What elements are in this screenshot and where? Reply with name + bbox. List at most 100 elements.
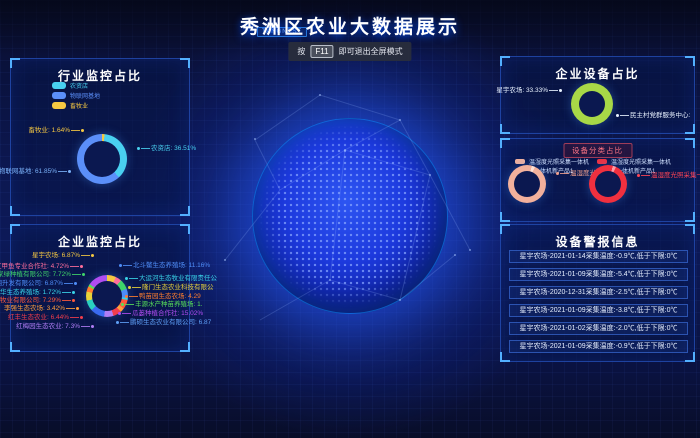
chart-callout: 上华生态养殖场: 1.72%: [0, 289, 75, 296]
leader-line: [129, 278, 138, 279]
anchor-dot: [68, 170, 71, 173]
donut-hole: [92, 281, 122, 311]
leader-line: [141, 148, 150, 149]
chart-callout: 家绿种植有限公司: 7.72%: [0, 271, 85, 278]
anchor-dot: [128, 286, 131, 289]
callout-label: 星宇农场: 6.87%: [32, 252, 80, 259]
globe-dot-map: [258, 124, 442, 308]
fullscreen-tip-prefix: 按: [297, 46, 305, 57]
callout-label: 民主村党群服务中心:: [630, 112, 690, 119]
anchor-dot: [91, 254, 94, 257]
chart-callout: 畜牧业: 1.64%: [28, 127, 84, 134]
chart-callout: 彩虹甲鱼专业合作社: 4.72%: [0, 263, 83, 270]
chart-callout: 物联网基地: 61.85%: [0, 168, 71, 175]
chart-callout: 瓜蒌种植合作社: 15.02%: [118, 310, 203, 317]
donut-hole: [84, 141, 120, 177]
anchor-dot: [91, 325, 94, 328]
alert-row: 星宇农场-2021-01-02采集温度:-2.0℃,低于下限:0℃: [509, 322, 688, 335]
donut-hole: [514, 171, 540, 197]
anchor-dot: [559, 89, 562, 92]
panel-device-classification: 设备分类占比 温湿度光照采集一体机 一体机新产品1 温湿度光照采集一— 温湿度光…: [500, 138, 695, 222]
anchor-dot: [637, 174, 640, 177]
chart-callout: 李强生态农场: 3.42%: [4, 305, 79, 312]
panel-enterprise-monitor: 企业监控占比 星宇农场: 6.87% 彩虹甲鱼专业合作社: 4.72% 家绿种植…: [10, 224, 190, 352]
callout-label: 上华生态养殖场: 1.72%: [0, 289, 61, 296]
chart-callout: 民主村党群服务中心:: [616, 112, 690, 119]
panel-title-badge: 设备分类占比: [563, 143, 632, 158]
legend-label: 畜牧业: [70, 101, 88, 110]
leader-line: [120, 322, 129, 323]
fullscreen-tip-suffix: 即可退出全屏模式: [339, 46, 403, 57]
legend-item[interactable]: 畜牧业: [52, 101, 88, 110]
chart-callout: 北斗鳖生态养殖场: 11.16%: [119, 262, 210, 269]
callout-label: 农资店: 36.51%: [151, 145, 196, 152]
panel-device-alerts: 设备警报信息 星宇农场-2021-01-14采集温度:-0.9℃,低于下限:0℃…: [500, 224, 695, 362]
legend-label: 温湿度光照采集一体机: [529, 157, 589, 166]
callout-label: 星宇农场: 33.33%: [496, 87, 548, 94]
anchor-dot: [125, 277, 128, 280]
anchor-dot: [556, 172, 559, 175]
leader-line: [125, 304, 134, 305]
anchor-dot: [137, 147, 140, 150]
anchor-dot: [80, 265, 83, 268]
callout-label: 丰源水产种苗养殖场: 1.: [135, 301, 203, 308]
alert-row: 星宇农场-2021-01-14采集温度:-0.9℃,低于下限:0℃: [509, 250, 688, 263]
anchor-dot: [72, 291, 75, 294]
donut-hole: [595, 171, 621, 197]
leader-line: [66, 308, 75, 309]
callout-label: 畜牧业: 1.64%: [28, 127, 70, 134]
anchor-dot: [82, 273, 85, 276]
chart-callout: 农资店: 36.51%: [137, 145, 196, 152]
callout-label: 翔升发有限公司: 6.87%: [0, 280, 63, 287]
alert-row: 星宇农场-2021-01-09采集温度:-3.8℃,低于下限:0℃: [509, 304, 688, 317]
legend-swatch: [52, 82, 66, 89]
anchor-dot: [121, 303, 124, 306]
anchor-dot: [81, 129, 84, 132]
chart-callout: 翔升发有限公司: 6.87%: [0, 280, 77, 287]
callout-label: 家绿种植有限公司: 7.72%: [0, 271, 71, 278]
callout-label: 物联网基地: 61.85%: [0, 168, 57, 175]
callout-label: 温湿度光照采集一—: [651, 172, 700, 179]
chart-callout: 红梅园生态农业: 7.3%: [16, 323, 94, 330]
callout-label: 鸭苗园生态农场: 4.29: [139, 293, 201, 300]
anchor-dot: [116, 321, 119, 324]
chart-callout: 丰源水产种苗养殖场: 1.: [121, 301, 203, 308]
leader-line: [62, 300, 71, 301]
panel-title: 设备警报信息: [501, 233, 694, 250]
callout-label: 北斗鳖生态养殖场: 11.16%: [133, 262, 210, 269]
device-class-donut-left[interactable]: [508, 165, 546, 203]
alert-row: 星宇农场-2020-12-31采集温度:-2.5℃,低于下限:0℃: [509, 286, 688, 299]
panel-title: 企业设备占比: [501, 65, 694, 82]
globe-visualization: [252, 118, 448, 314]
callout-label: 李强生态农场: 3.42%: [4, 305, 65, 312]
leader-line: [123, 265, 132, 266]
legend-swatch: [597, 159, 607, 164]
panel-device-share: 企业设备占比 星宇农场: 33.33% 民主村党群服务中心:: [500, 56, 695, 134]
leader-line: [122, 313, 131, 314]
chart-callout: 星宇农场: 33.33%: [496, 87, 562, 94]
leader-line: [549, 90, 558, 91]
device-class-donut-right[interactable]: [589, 165, 627, 203]
legend-label: 物联网基地: [70, 91, 100, 100]
device-share-donut-chart[interactable]: [571, 83, 613, 125]
leader-line: [81, 255, 90, 256]
panel-title: 企业监控占比: [11, 233, 189, 250]
legend-item[interactable]: 物联网基地: [52, 91, 100, 100]
legend-item[interactable]: 农资店: [52, 81, 88, 90]
callout-label: 红梅园生态农业: 7.3%: [16, 323, 80, 330]
leader-line: [129, 296, 138, 297]
chart-callout: 隆门生态农业科技有限公: [128, 284, 214, 291]
leader-line: [81, 326, 90, 327]
chart-callout: 中绿牧业有限公司: 7.29%: [0, 297, 75, 304]
legend-swatch: [515, 159, 525, 164]
alert-row: 星宇农场-2021-01-09采集温度:-5.4℃,低于下限:0℃: [509, 268, 688, 281]
donut-hole: [579, 91, 605, 117]
anchor-dot: [125, 295, 128, 298]
callout-label: 红丰生态农业: 6.44%: [8, 314, 69, 321]
leader-line: [132, 287, 141, 288]
f11-key-badge: F11: [310, 45, 333, 58]
industry-donut-chart[interactable]: [77, 134, 127, 184]
leader-line: [58, 171, 67, 172]
anchor-dot: [118, 312, 121, 315]
panel-industry-monitor: 行业监控占比 农资店 物联网基地 畜牧业 畜牧业: 1.64% 农资店: 36.…: [10, 58, 190, 216]
